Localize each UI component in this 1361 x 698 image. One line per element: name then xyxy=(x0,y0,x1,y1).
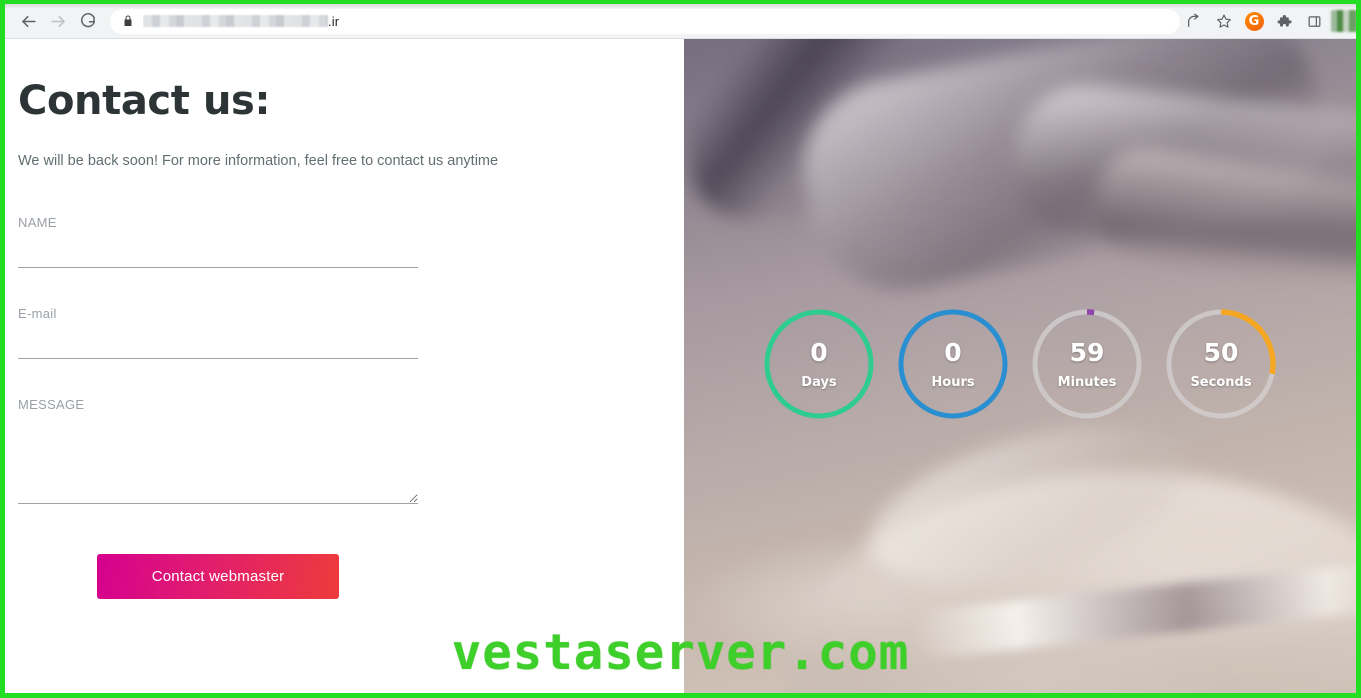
email-field-label: E-mail xyxy=(18,306,57,322)
capture-frame: .ir G Contact us: We will be back soon! … xyxy=(0,0,1361,698)
countdown-item-hours: 0 Hours xyxy=(896,307,1010,421)
reload-icon[interactable] xyxy=(73,6,103,36)
countdown-item-seconds: 50 Seconds xyxy=(1164,307,1278,421)
countdown-label-seconds: Seconds xyxy=(1190,374,1252,390)
countdown-value-seconds: 50 xyxy=(1203,337,1239,367)
browser-toolbar: .ir G xyxy=(5,4,1356,39)
countdown-label-days: Days xyxy=(801,374,837,390)
url-tld: .ir xyxy=(328,13,340,29)
toolbar-actions: G xyxy=(1180,7,1356,35)
page-title: Contact us: xyxy=(18,78,271,124)
extension-logo-letter: G xyxy=(1244,11,1264,31)
countdown-value-days: 0 xyxy=(810,337,828,367)
submit-row: Contact webmaster xyxy=(18,554,418,600)
countdown-label-minutes: Minutes xyxy=(1057,374,1117,390)
page-viewport: Contact us: We will be back soon! For mo… xyxy=(5,39,1356,693)
share-icon[interactable] xyxy=(1180,7,1208,35)
name-field-label: NAME xyxy=(18,215,57,231)
forward-arrow-icon[interactable] xyxy=(43,6,73,36)
address-bar[interactable]: .ir xyxy=(110,8,1180,34)
side-panel-icon[interactable] xyxy=(1300,7,1328,35)
redacted-hostname xyxy=(143,14,328,27)
puzzle-piece-icon[interactable] xyxy=(1270,7,1298,35)
avatar-redacted-image xyxy=(1331,10,1356,32)
star-icon[interactable] xyxy=(1210,7,1238,35)
page-subtitle: We will be back soon! For more informati… xyxy=(18,153,499,169)
countdown-label-hours: Hours xyxy=(931,374,975,390)
countdown-item-days: 0 Days xyxy=(762,307,876,421)
browser-window: .ir G Contact us: We will be back soon! … xyxy=(5,4,1356,693)
countdown-timer: 0 Days 0 Hours 59 Minutes 50 Seconds xyxy=(684,307,1356,421)
hero-image-panel: 0 Days 0 Hours 59 Minutes 50 Seconds xyxy=(684,39,1356,693)
email-field-group: E-mail xyxy=(18,306,418,360)
countdown-item-minutes: 59 Minutes xyxy=(1030,307,1144,421)
contact-webmaster-button[interactable]: Contact webmaster xyxy=(97,554,339,600)
countdown-value-minutes: 59 xyxy=(1069,337,1105,367)
message-textarea[interactable] xyxy=(18,426,418,505)
message-field-group: MESSAGE xyxy=(18,397,418,505)
name-input[interactable] xyxy=(18,244,418,269)
email-input[interactable] xyxy=(18,335,418,360)
back-arrow-icon[interactable] xyxy=(13,6,43,36)
name-field-group: NAME xyxy=(18,215,418,269)
contact-form-panel: Contact us: We will be back soon! For mo… xyxy=(5,39,684,693)
address-bar-url: .ir xyxy=(143,14,339,29)
countdown-value-hours: 0 xyxy=(944,337,962,367)
extension-logo-icon[interactable]: G xyxy=(1240,7,1268,35)
contact-form: NAME E-mail MESSAGE Contact webmaster xyxy=(18,215,418,600)
message-field-label: MESSAGE xyxy=(18,397,85,413)
lock-icon xyxy=(122,14,134,28)
avatar[interactable] xyxy=(1330,7,1356,35)
